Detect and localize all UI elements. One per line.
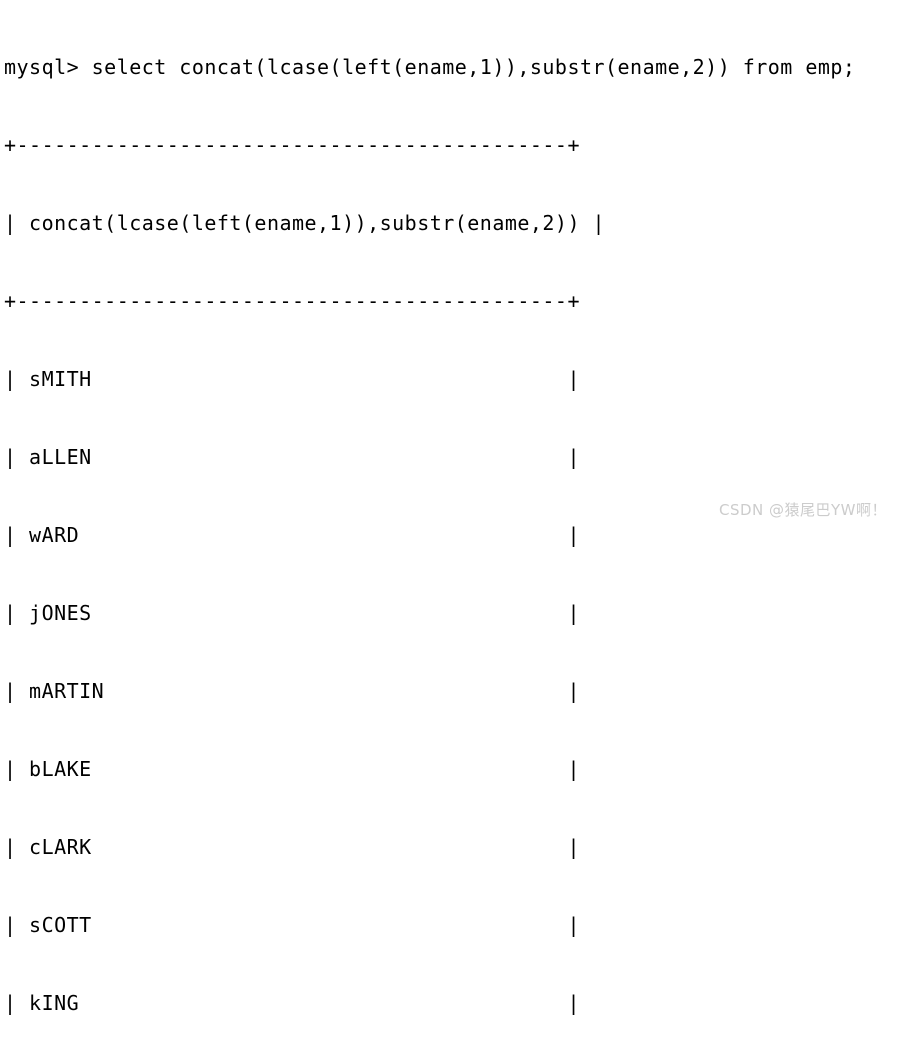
table-row: | kING | <box>4 991 580 1015</box>
terminal-output: mysql> select concat(lcase(left(ename,1)… <box>0 0 899 1015</box>
table-row: | mARTIN | <box>4 679 580 703</box>
csdn-watermark: CSDN @猿尾巴YW啊！ <box>718 501 887 519</box>
prompt-line: mysql> select concat(lcase(left(ename,1)… <box>4 55 856 79</box>
table-row: | jONES | <box>4 601 580 625</box>
table-row: | cLARK | <box>4 835 580 859</box>
table-top-separator: +---------------------------------------… <box>4 133 580 157</box>
table-row: | sMITH | <box>4 367 580 391</box>
table-row: | bLAKE | <box>4 757 580 781</box>
table-row: | sCOTT | <box>4 913 580 937</box>
table-header-separator: +---------------------------------------… <box>4 289 580 313</box>
table-header-row: | concat(lcase(left(ename,1)),substr(ena… <box>4 211 606 235</box>
table-row: | aLLEN | <box>4 445 580 469</box>
